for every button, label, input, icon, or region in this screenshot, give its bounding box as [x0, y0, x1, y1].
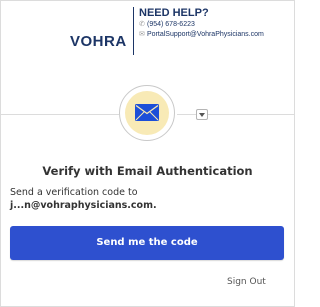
envelope-icon	[135, 104, 159, 121]
vohra-logo: VOHRA	[70, 33, 127, 50]
factor-badge	[119, 85, 175, 141]
auth-card: VOHRA NEED HELP? ✆ (954) 678-6223 ✉ Portal…	[0, 0, 295, 307]
sign-out-link[interactable]: Sign Out	[227, 277, 266, 287]
chevron-down-icon	[199, 113, 205, 117]
description: Send a verification code to j...n@vohrap…	[10, 186, 157, 212]
factor-badge-inner	[125, 91, 169, 135]
help-email: ✉ PortalSupport@VohraPhysicians.com	[139, 30, 264, 40]
help-block: NEED HELP? ✆ (954) 678-6223 ✉ PortalSuppor…	[139, 7, 264, 40]
masked-email: j...n@vohraphysicians.com.	[10, 200, 157, 211]
factor-dropdown-button[interactable]	[196, 109, 208, 120]
page-title: Verify with Email Authentication	[42, 164, 253, 178]
header-divider	[133, 7, 134, 55]
description-text: Send a verification code to	[10, 187, 138, 198]
send-code-button[interactable]: Send me the code	[10, 226, 284, 260]
help-title: NEED HELP?	[139, 7, 209, 19]
header: VOHRA NEED HELP? ✆ (954) 678-6223 ✉ Portal…	[1, 1, 294, 74]
help-support-email[interactable]: PortalSupport@VohraPhysicians.com	[147, 31, 264, 38]
help-phone-number: (954) 678-6223	[147, 21, 195, 28]
separator-left	[1, 114, 119, 115]
mail-icon: ✉	[139, 31, 145, 38]
help-phone: ✆ (954) 678-6223	[139, 20, 264, 30]
separator-right	[177, 114, 295, 115]
phone-icon: ✆	[139, 21, 145, 28]
